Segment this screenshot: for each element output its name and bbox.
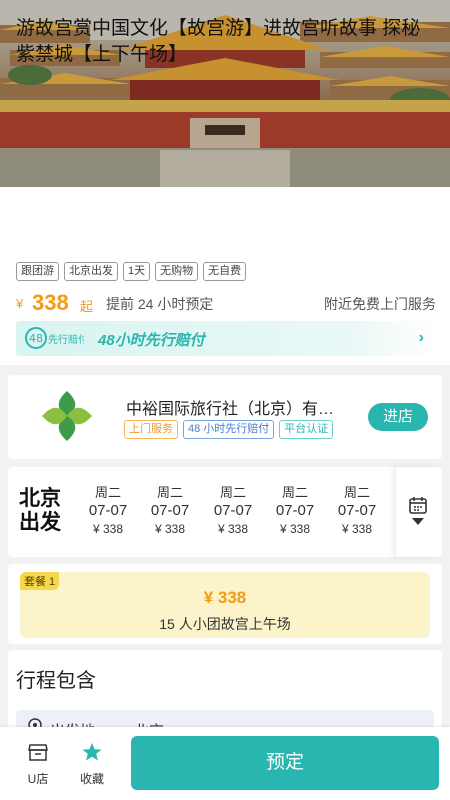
favorite-button[interactable]: 收藏 bbox=[72, 742, 112, 787]
date-day: 07-07 bbox=[275, 502, 315, 519]
shop-nav-button[interactable]: U店 bbox=[18, 742, 58, 787]
date-price: ¥ 338 bbox=[279, 522, 311, 536]
shop-tags: 上门服务 48 小时先行赔付 平台认证 bbox=[124, 420, 334, 439]
departure-dates-card: 北京出发 周二 07-07 ¥ 338 周二 07-07 ¥ 338 周二 07… bbox=[8, 467, 442, 557]
book-button[interactable]: 预定 bbox=[131, 736, 439, 790]
favorite-label: 收藏 bbox=[79, 772, 104, 786]
shop-nav-label: U店 bbox=[27, 772, 49, 786]
shop-tag: 48 小时先行赔付 bbox=[183, 420, 275, 439]
compensation-banner[interactable]: 48 先行赔付 48小时先行赔付 › bbox=[16, 321, 434, 356]
departure-city-label: 北京出发 bbox=[19, 487, 61, 534]
date-price: ¥ 338 bbox=[217, 522, 249, 536]
product-title: 游故宫赏中国文化【故宫游】进故宫听故事 探秘紫禁城【上下午场】 bbox=[16, 18, 421, 65]
date-weekday: 周二 bbox=[343, 485, 370, 500]
date-day: 07-07 bbox=[337, 502, 377, 519]
caret-down-icon bbox=[412, 518, 424, 525]
date-price: ¥ 338 bbox=[92, 522, 124, 536]
advance-booking-text: 提前 24 小时预定 bbox=[106, 296, 214, 312]
price-value: 338 bbox=[32, 290, 69, 315]
price-currency: ¥ bbox=[16, 296, 24, 311]
itinerary-title: 行程包含 bbox=[16, 670, 96, 692]
product-tag: 跟团游 bbox=[16, 262, 59, 281]
date-option[interactable]: 周二 07-07 ¥ 338 bbox=[207, 485, 259, 537]
price-suffix: 起 bbox=[80, 299, 94, 314]
shop-logo-icon bbox=[42, 391, 92, 441]
chevron-right-icon: › bbox=[418, 329, 424, 346]
shop-tag: 上门服务 bbox=[124, 420, 178, 439]
product-tag: 无自费 bbox=[203, 262, 247, 281]
shop-card[interactable]: 中裕国际旅行社（北京）有… 上门服务 48 小时先行赔付 平台认证 进店 bbox=[8, 375, 442, 459]
shop-name: 中裕国际旅行社（北京）有… bbox=[126, 401, 335, 418]
bottom-action-bar: U店 收藏 预定 bbox=[0, 727, 450, 800]
product-tag: 1天 bbox=[123, 262, 151, 281]
calendar-button[interactable] bbox=[396, 467, 442, 557]
date-option[interactable]: 周二 07-07 ¥ 338 bbox=[82, 485, 134, 537]
package-section: 套餐 1 ¥ 338 15 人小团故宫上午场 bbox=[8, 564, 442, 644]
package-option[interactable]: 套餐 1 ¥ 338 15 人小团故宫上午场 bbox=[20, 572, 430, 638]
package-name: 15 人小团故宫上午场 bbox=[159, 616, 291, 632]
date-day: 07-07 bbox=[213, 502, 253, 519]
date-option[interactable]: 周二 07-07 ¥ 338 bbox=[269, 485, 321, 537]
product-tags: 跟团游 北京出发 1天 无购物 无自费 bbox=[16, 262, 247, 281]
date-day: 07-07 bbox=[150, 502, 190, 519]
store-icon bbox=[28, 744, 48, 761]
date-weekday: 周二 bbox=[219, 485, 246, 500]
price-row: ¥ 338 起 提前 24 小时预定 附近免费上门服务 bbox=[16, 290, 436, 316]
date-day: 07-07 bbox=[88, 502, 128, 519]
shop-tag: 平台认证 bbox=[279, 420, 334, 439]
date-weekday: 周二 bbox=[156, 485, 183, 500]
calendar-icon bbox=[409, 497, 427, 514]
date-weekday: 周二 bbox=[94, 485, 121, 500]
date-option[interactable]: 周二 07-07 ¥ 338 bbox=[331, 485, 383, 537]
product-tag: 北京出发 bbox=[64, 262, 118, 281]
date-weekday: 周二 bbox=[281, 485, 308, 500]
compensation-logo-icon: 48 先行赔付 bbox=[25, 327, 84, 349]
svg-text:先行赔付: 先行赔付 bbox=[48, 333, 84, 346]
date-price: ¥ 338 bbox=[154, 522, 186, 536]
enter-shop-button[interactable]: 进店 bbox=[368, 403, 428, 431]
date-option[interactable]: 周二 07-07 ¥ 338 bbox=[144, 485, 196, 537]
compensation-banner-text: 48小时先行赔付 bbox=[98, 332, 205, 349]
product-tag: 无购物 bbox=[155, 262, 199, 281]
nearby-service-text: 附近免费上门服务 bbox=[324, 296, 436, 312]
svg-text:48: 48 bbox=[29, 332, 43, 345]
package-price: ¥ 338 bbox=[203, 588, 247, 607]
date-price: ¥ 338 bbox=[341, 522, 373, 536]
star-icon bbox=[82, 743, 102, 761]
